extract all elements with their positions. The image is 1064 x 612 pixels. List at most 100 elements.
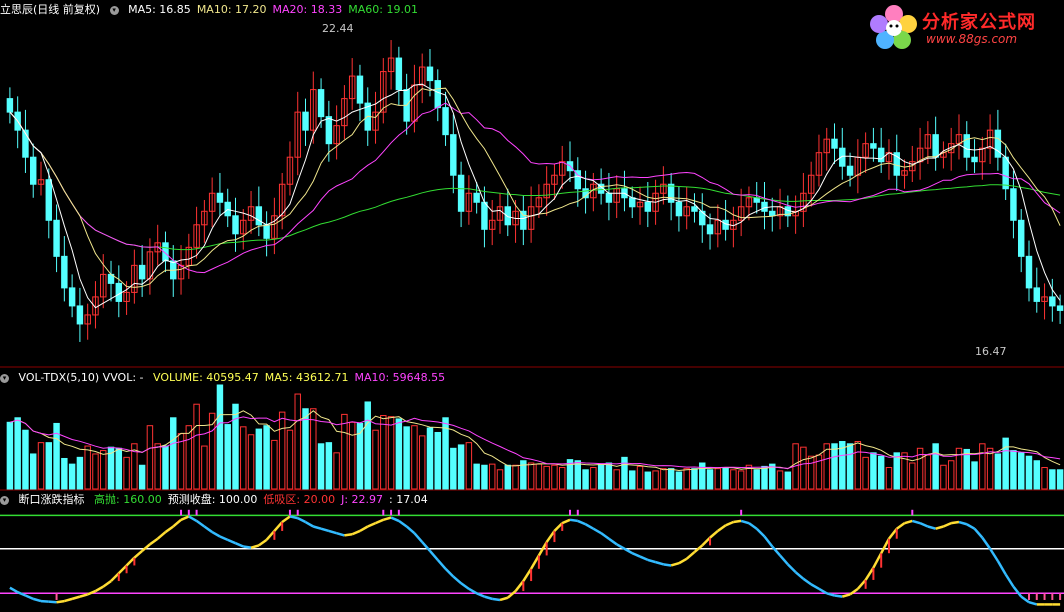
oscillator-segment	[297, 517, 307, 524]
volume-bar	[247, 434, 255, 490]
oscillator-segment	[779, 554, 789, 566]
volume-bar	[722, 467, 729, 490]
candle-body	[1017, 219, 1025, 257]
volume-bar	[862, 456, 869, 490]
oscillator-segment	[336, 531, 345, 537]
oscillator-segment	[344, 533, 353, 537]
oscillator-segment	[958, 520, 968, 526]
volume-bar	[1056, 469, 1064, 490]
oscillator-segment	[1028, 601, 1038, 606]
volume-bar	[1025, 455, 1033, 490]
oscillator-segment	[639, 555, 649, 562]
oscillator-segment	[1020, 595, 1030, 604]
oscillator-segment	[685, 551, 696, 560]
candle-body	[434, 80, 441, 109]
volume-bar	[667, 468, 675, 490]
oscillator-segment	[600, 532, 610, 540]
candle-body	[1056, 305, 1064, 311]
oscillator-segment	[125, 556, 136, 567]
volume-bar	[387, 416, 395, 490]
volume-bar	[535, 463, 543, 490]
volume-bar	[317, 443, 325, 490]
volume-bar	[411, 425, 418, 490]
oscillator-segment	[156, 531, 167, 540]
candle-body	[473, 192, 480, 203]
volume-bar	[1017, 452, 1025, 490]
oscillator-segment	[740, 519, 750, 525]
candle-body	[520, 210, 527, 230]
candle-body	[877, 147, 885, 163]
stock-chart	[0, 40, 1064, 606]
oscillator-segment	[9, 586, 19, 594]
oscillator-segment	[763, 535, 774, 548]
oscillator-segment	[887, 527, 898, 540]
volume-bar	[170, 417, 177, 490]
candle-body	[30, 156, 37, 185]
oscillator-segment	[911, 519, 921, 525]
volume-bar	[185, 425, 193, 490]
oscillator-segment	[421, 541, 431, 552]
volume-bar	[426, 427, 434, 490]
oscillator-segment	[398, 519, 408, 528]
oscillator-segment	[367, 521, 377, 528]
oscillator-segment	[328, 529, 337, 535]
oscillator-segment	[701, 536, 711, 547]
volume-bar	[61, 457, 68, 490]
oscillator-segment	[709, 529, 719, 539]
volume-bar	[84, 445, 91, 490]
oscillator-segment	[771, 545, 781, 557]
oscillator-segment	[94, 585, 104, 593]
candle-body	[426, 66, 434, 82]
oscillator-segment	[748, 522, 758, 530]
volume-bar	[100, 450, 107, 490]
candle-body	[761, 201, 768, 212]
oscillator-segment	[56, 599, 65, 604]
volume-bar	[784, 471, 792, 490]
oscillator-segment	[561, 518, 571, 525]
oscillator-segment	[390, 516, 400, 523]
volume-bar	[1033, 460, 1040, 490]
oscillator-segment	[880, 538, 891, 554]
volume-bar	[1002, 437, 1009, 490]
volume-bar	[481, 464, 488, 490]
oscillator-segment	[553, 522, 564, 532]
volume-bar	[652, 470, 659, 490]
candle-body	[263, 224, 270, 239]
oscillator-segment	[794, 571, 805, 580]
volume-bar	[574, 460, 582, 490]
volume-bar	[294, 393, 301, 490]
volume-bar	[870, 452, 877, 490]
volume-bar	[496, 469, 504, 490]
volume-bar	[263, 425, 270, 490]
volume-bar	[683, 468, 690, 490]
volume-bar	[753, 469, 760, 490]
oscillator-segment	[484, 595, 493, 601]
oscillator-segment	[569, 518, 578, 523]
candle-body	[481, 201, 488, 230]
oscillator-segment	[188, 515, 198, 523]
volume-bar	[138, 464, 146, 490]
volume-bar	[986, 447, 994, 490]
oscillator-segment	[530, 554, 540, 570]
volume-bar	[37, 442, 45, 490]
candle-body	[963, 134, 970, 158]
oscillator-segment	[663, 563, 672, 567]
oscillator-segment	[429, 550, 439, 561]
oscillator-segment	[733, 519, 742, 524]
candle-body	[675, 201, 683, 217]
oscillator-segment	[312, 525, 322, 530]
volume-bar	[457, 444, 465, 490]
volume-bar	[473, 463, 480, 490]
candle-body	[971, 156, 978, 163]
volume-bar	[605, 462, 613, 490]
volume-bar	[162, 445, 169, 490]
volume-bar	[302, 408, 309, 490]
volume-bar	[488, 463, 496, 490]
oscillator-segment	[195, 519, 206, 528]
volume-bar	[660, 468, 667, 490]
oscillator-segment	[608, 537, 618, 546]
oscillator-segment	[725, 520, 734, 527]
volume-bar	[1049, 469, 1056, 490]
oscillator-segment	[647, 558, 656, 564]
oscillator-segment	[514, 580, 525, 592]
